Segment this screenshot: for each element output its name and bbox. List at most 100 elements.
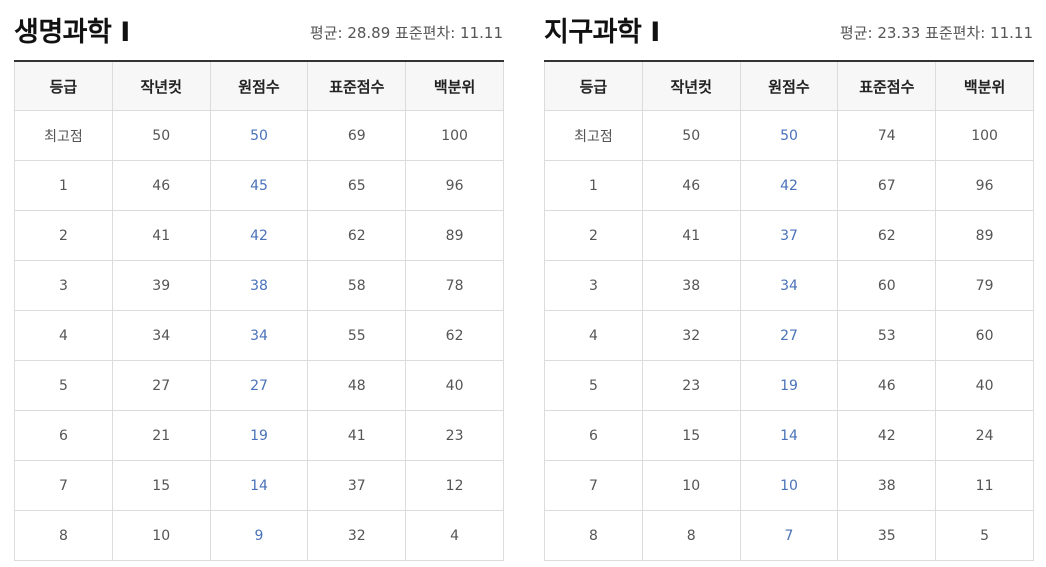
score-panel-earth-science: 지구과학 Ⅰ 평균: 23.33 표준편차: 11.11 등급 작년컷 원점수 표준점… — [544, 0, 1034, 561]
percentile-cell: 40 — [935, 360, 1034, 411]
percentile-cell: 89 — [935, 210, 1034, 261]
table-row: 8 10 9 32 4 — [14, 510, 504, 561]
grade-cell: 7 — [14, 460, 113, 511]
standard-score-cell: 69 — [307, 110, 407, 161]
table-row: 3 39 38 58 78 — [14, 260, 504, 311]
standard-score-cell: 32 — [307, 510, 407, 561]
table-row: 6 21 19 41 23 — [14, 410, 504, 461]
last-year-cut-cell: 10 — [641, 460, 741, 511]
raw-score-cell: 14 — [739, 410, 839, 461]
table-row: 6 15 14 42 24 — [544, 410, 1034, 461]
raw-score-cell: 14 — [209, 460, 309, 511]
grade-cell: 3 — [544, 260, 643, 311]
grade-cell: 4 — [14, 310, 113, 361]
percentile-cell: 40 — [405, 360, 504, 411]
last-year-cut-cell: 46 — [641, 160, 741, 211]
last-year-cut-cell: 10 — [111, 510, 211, 561]
percentile-cell: 96 — [935, 160, 1034, 211]
column-header-percentile: 백분위 — [405, 61, 504, 111]
last-year-cut-cell: 39 — [111, 260, 211, 311]
grade-cell: 3 — [14, 260, 113, 311]
percentile-cell: 79 — [935, 260, 1034, 311]
grade-cell: 최고점 — [544, 110, 643, 161]
grade-cut-table: 등급 작년컷 원점수 표준점수 백분위 최고점 50 50 74 100 1 46 42 67 96 2 41… — [544, 60, 1034, 561]
standard-score-cell: 42 — [837, 410, 937, 461]
grade-cell: 1 — [544, 160, 643, 211]
percentile-cell: 4 — [405, 510, 504, 561]
table-row: 7 10 10 38 11 — [544, 460, 1034, 511]
standard-score-cell: 48 — [307, 360, 407, 411]
grade-cell: 4 — [544, 310, 643, 361]
table-row: 2 41 37 62 89 — [544, 210, 1034, 261]
last-year-cut-cell: 34 — [111, 310, 211, 361]
raw-score-cell: 42 — [739, 160, 839, 211]
standard-score-cell: 53 — [837, 310, 937, 361]
panel-header: 지구과학 Ⅰ 평균: 23.33 표준편차: 11.11 — [544, 0, 1034, 60]
subject-stats: 평균: 28.89 표준편차: 11.11 — [309, 24, 503, 42]
table-row: 1 46 45 65 96 — [14, 160, 504, 211]
column-header-grade: 등급 — [544, 61, 643, 111]
table-row: 5 23 19 46 40 — [544, 360, 1034, 411]
raw-score-cell: 42 — [209, 210, 309, 261]
percentile-cell: 12 — [405, 460, 504, 511]
last-year-cut-cell: 21 — [111, 410, 211, 461]
percentile-cell: 5 — [935, 510, 1034, 561]
subject-title: 지구과학 Ⅰ — [544, 17, 660, 48]
table-row: 5 27 27 48 40 — [14, 360, 504, 411]
raw-score-cell: 9 — [209, 510, 309, 561]
last-year-cut-cell: 41 — [641, 210, 741, 261]
percentile-cell: 100 — [405, 110, 504, 161]
raw-score-cell: 38 — [209, 260, 309, 311]
grade-cut-table: 등급 작년컷 원점수 표준점수 백분위 최고점 50 50 69 100 1 46 45 65 96 2 41… — [14, 60, 504, 561]
percentile-cell: 62 — [405, 310, 504, 361]
grade-cell: 2 — [14, 210, 113, 261]
percentile-cell: 100 — [935, 110, 1034, 161]
raw-score-cell: 27 — [209, 360, 309, 411]
table-row: 최고점 50 50 74 100 — [544, 110, 1034, 161]
last-year-cut-cell: 50 — [111, 110, 211, 161]
standard-score-cell: 38 — [837, 460, 937, 511]
grade-cell: 최고점 — [14, 110, 113, 161]
column-header-raw-score: 원점수 — [209, 61, 309, 111]
grade-cell: 5 — [14, 360, 113, 411]
standard-score-cell: 41 — [307, 410, 407, 461]
standard-score-cell: 65 — [307, 160, 407, 211]
column-header-grade: 등급 — [14, 61, 113, 111]
table-row: 4 32 27 53 60 — [544, 310, 1034, 361]
standard-score-cell: 74 — [837, 110, 937, 161]
standard-score-cell: 62 — [837, 210, 937, 261]
column-header-standard-score: 표준점수 — [837, 61, 937, 111]
percentile-cell: 11 — [935, 460, 1034, 511]
percentile-cell: 60 — [935, 310, 1034, 361]
table-row: 1 46 42 67 96 — [544, 160, 1034, 211]
table-row: 7 15 14 37 12 — [14, 460, 504, 511]
percentile-cell: 78 — [405, 260, 504, 311]
standard-score-cell: 60 — [837, 260, 937, 311]
last-year-cut-cell: 23 — [641, 360, 741, 411]
table-row: 4 34 34 55 62 — [14, 310, 504, 361]
subject-title: 생명과학 Ⅰ — [14, 17, 130, 48]
table-row: 2 41 42 62 89 — [14, 210, 504, 261]
column-header-last-year-cut: 작년컷 — [641, 61, 741, 111]
grade-cell: 2 — [544, 210, 643, 261]
standard-score-cell: 67 — [837, 160, 937, 211]
last-year-cut-cell: 41 — [111, 210, 211, 261]
standard-score-cell: 46 — [837, 360, 937, 411]
column-header-raw-score: 원점수 — [739, 61, 839, 111]
subject-stats: 평균: 23.33 표준편차: 11.11 — [839, 24, 1033, 42]
standard-score-cell: 55 — [307, 310, 407, 361]
score-panel-biology: 생명과학 Ⅰ 평균: 28.89 표준편차: 11.11 등급 작년컷 원점수 표준점… — [14, 0, 504, 561]
grade-cell: 6 — [544, 410, 643, 461]
grade-cell: 6 — [14, 410, 113, 461]
raw-score-cell: 10 — [739, 460, 839, 511]
table-header-row: 등급 작년컷 원점수 표준점수 백분위 — [544, 61, 1034, 111]
last-year-cut-cell: 50 — [641, 110, 741, 161]
raw-score-cell: 37 — [739, 210, 839, 261]
last-year-cut-cell: 15 — [111, 460, 211, 511]
raw-score-cell: 19 — [209, 410, 309, 461]
last-year-cut-cell: 15 — [641, 410, 741, 461]
standard-score-cell: 62 — [307, 210, 407, 261]
table-header-row: 등급 작년컷 원점수 표준점수 백분위 — [14, 61, 504, 111]
raw-score-cell: 34 — [739, 260, 839, 311]
raw-score-cell: 7 — [739, 510, 839, 561]
